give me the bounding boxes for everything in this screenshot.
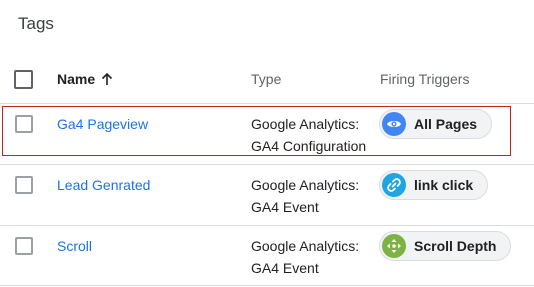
tag-type-line1: Google Analytics: bbox=[251, 177, 360, 193]
column-header-name[interactable]: Name bbox=[57, 71, 113, 87]
sort-ascending-icon bbox=[102, 72, 113, 85]
trigger-label: link click bbox=[414, 177, 474, 193]
link-icon bbox=[382, 173, 406, 197]
row-divider bbox=[0, 285, 534, 286]
trigger-label: Scroll Depth bbox=[414, 238, 497, 254]
row-divider bbox=[0, 164, 534, 165]
tag-name-link[interactable]: Scroll bbox=[57, 238, 92, 254]
select-all-checkbox[interactable] bbox=[14, 70, 33, 89]
tag-type: Google Analytics: GA4 Event bbox=[251, 174, 381, 218]
tag-name-link[interactable]: Lead Genrated bbox=[57, 177, 150, 193]
move-arrows-icon bbox=[382, 234, 406, 258]
trigger-chip[interactable]: link click bbox=[379, 170, 489, 200]
row-checkbox[interactable] bbox=[15, 237, 33, 255]
column-header-name-label: Name bbox=[57, 71, 96, 87]
row-divider bbox=[0, 225, 534, 226]
tag-type: Google Analytics: GA4 Event bbox=[251, 235, 381, 279]
column-header-firing-triggers: Firing Triggers bbox=[380, 71, 470, 87]
tag-type-line2: GA4 Event bbox=[251, 260, 319, 276]
tag-type-line2: GA4 Event bbox=[251, 199, 319, 215]
column-header-type: Type bbox=[251, 71, 282, 87]
page-title: Tags bbox=[18, 14, 54, 33]
tag-type-line1: Google Analytics: bbox=[251, 238, 360, 254]
header-divider bbox=[0, 103, 534, 104]
trigger-chip[interactable]: Scroll Depth bbox=[379, 231, 512, 261]
selection-highlight bbox=[2, 106, 511, 156]
row-checkbox[interactable] bbox=[15, 176, 33, 194]
